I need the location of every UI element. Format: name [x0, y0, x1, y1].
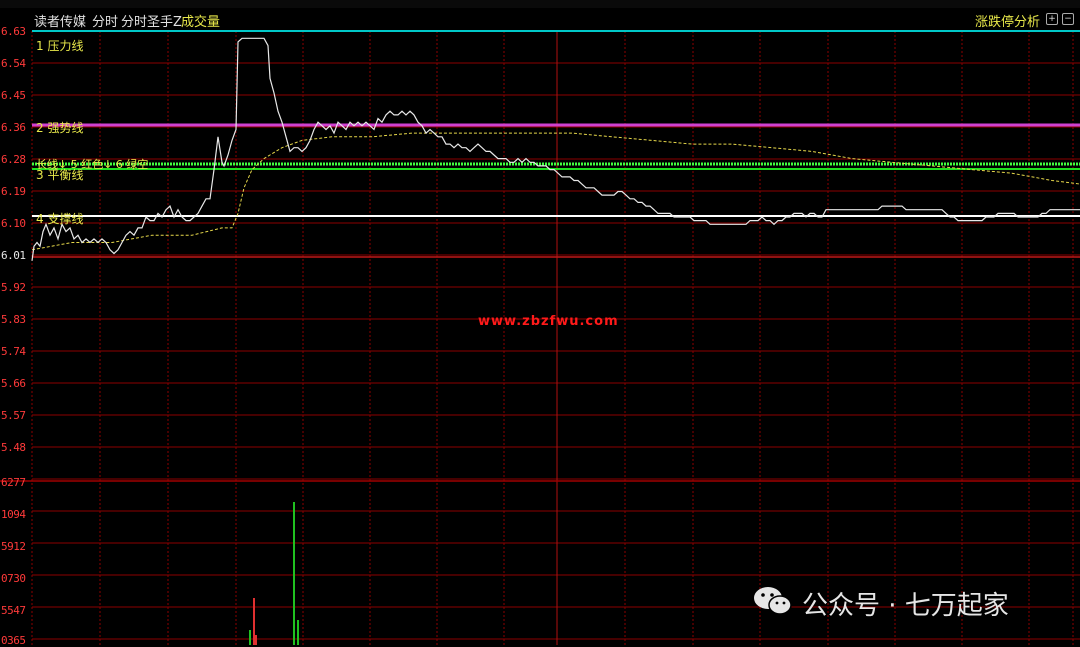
level-lines — [32, 30, 1080, 217]
y-tick: 6.63 — [1, 25, 26, 38]
volume-tick: 5912 — [1, 540, 26, 553]
balance-line-label: 3 平衡线 — [36, 168, 84, 182]
y-tick: 6.45 — [1, 89, 26, 102]
y-tick: 6.36 — [1, 121, 26, 134]
price-axis: 6.63 6.54 6.45 6.36 6.28 6.19 6.10 6.01 … — [0, 0, 31, 647]
volume-tick: 5547 — [1, 604, 26, 617]
support-line-label: 4 支撑线 — [36, 212, 84, 226]
y-tick: 6.19 — [1, 185, 26, 198]
strong-line-label: 2 强势线 — [36, 121, 84, 135]
wechat-account-name: 公众号 · 七万起家 — [802, 591, 1009, 621]
watermark-url: www.zbzfwu.com — [478, 314, 619, 329]
price-line — [31, 37, 1080, 261]
wechat-icon — [754, 587, 792, 615]
volume-tick: 1094 — [1, 508, 26, 521]
pressure-line-label: 1 压力线 — [36, 39, 84, 53]
y-tick: 6.10 — [1, 217, 26, 230]
y-tick: 5.48 — [1, 441, 26, 454]
wechat-watermark: 公众号 · 七万起家 — [752, 583, 1052, 623]
y-tick: 6.54 — [1, 57, 26, 70]
volume-tick: 0365 — [1, 634, 26, 647]
y-tick: 5.83 — [1, 313, 26, 326]
y-tick: 5.57 — [1, 409, 26, 422]
y-tick: 6.01 — [1, 249, 26, 262]
y-tick: 5.66 — [1, 377, 26, 390]
y-tick: 5.74 — [1, 345, 26, 358]
y-tick: 5.92 — [1, 281, 26, 294]
grid-lines — [0, 31, 1080, 645]
volume-bars — [249, 502, 299, 645]
volume-tick: 0730 — [1, 572, 26, 585]
volume-tick: 6277 — [1, 476, 26, 489]
y-tick: 6.28 — [1, 153, 26, 166]
